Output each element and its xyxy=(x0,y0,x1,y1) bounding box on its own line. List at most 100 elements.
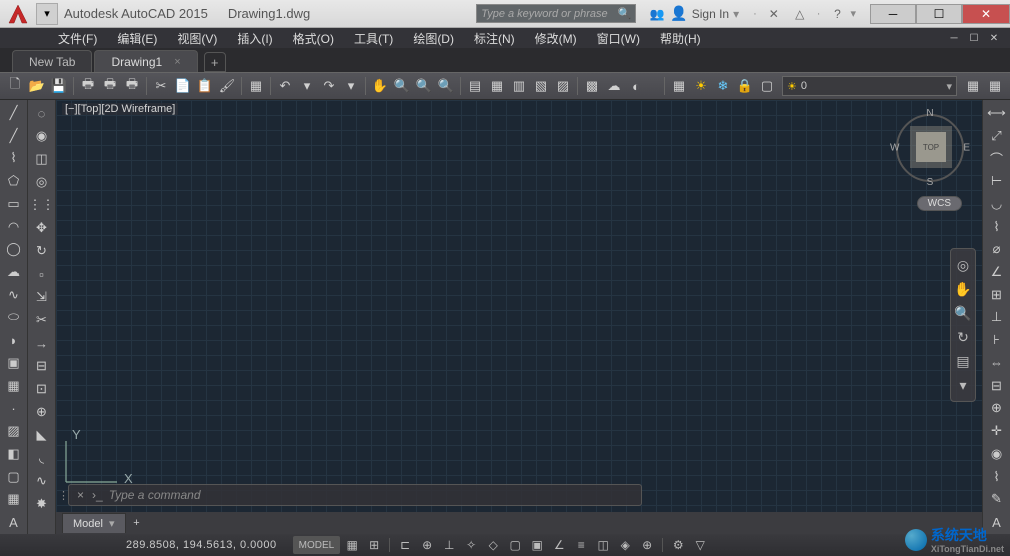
viewcube[interactable]: N S E W TOP xyxy=(890,108,970,188)
a360-cloud-icon[interactable]: △ xyxy=(790,4,810,24)
annotation-monitor-icon[interactable]: ⊕ xyxy=(637,536,657,554)
layer-plot-icon[interactable]: ▢ xyxy=(756,75,778,97)
tab-close-icon[interactable]: × xyxy=(174,56,180,68)
viewcube-south[interactable]: S xyxy=(927,177,934,188)
cmd-handle[interactable]: ⋮ xyxy=(58,484,68,506)
dim-linear-icon[interactable]: ⟷ xyxy=(985,102,1009,124)
layer-lock-icon[interactable]: 🔒 xyxy=(734,75,756,97)
tolerance-icon[interactable]: ⊕ xyxy=(985,398,1009,420)
revcloud-icon[interactable]: ☁ xyxy=(2,261,26,283)
search-input[interactable]: Type a keyword or phrase 🔍 xyxy=(476,4,636,23)
lineweight-icon[interactable]: ≡ xyxy=(571,536,591,554)
tab-drawing1[interactable]: Drawing1× xyxy=(94,50,197,72)
table-icon[interactable]: ▦ xyxy=(2,488,26,510)
snap-toggle-icon[interactable]: ⊞ xyxy=(364,536,384,554)
minimize-button[interactable]: ─ xyxy=(870,4,916,24)
new-icon[interactable]: 🗋 xyxy=(4,75,26,97)
menu-modify[interactable]: 修改(M) xyxy=(525,30,587,47)
search-icon[interactable]: 🔍 xyxy=(618,7,632,20)
properties-icon[interactable]: ▤ xyxy=(464,75,486,97)
workspace-icon[interactable]: ⚙ xyxy=(668,536,688,554)
isodraft-icon[interactable]: ◇ xyxy=(483,536,503,554)
plot-preview-icon[interactable]: 🖶 xyxy=(99,75,121,97)
construction-line-icon[interactable]: ╱ xyxy=(2,125,26,147)
extend-icon[interactable]: → xyxy=(30,332,54,354)
block-editor-icon[interactable]: ▦ xyxy=(245,75,267,97)
plot-icon[interactable]: 🖶 xyxy=(77,75,99,97)
wcs-badge[interactable]: WCS xyxy=(917,196,962,211)
tab-new[interactable]: New Tab xyxy=(12,50,92,72)
menu-window[interactable]: 窗口(W) xyxy=(587,30,650,47)
join-icon[interactable]: ⊕ xyxy=(30,401,54,423)
dim-space-icon[interactable]: ⇔ xyxy=(985,352,1009,374)
polyline-icon[interactable]: ⌇ xyxy=(2,147,26,169)
layer-previous-icon[interactable]: ▦ xyxy=(984,75,1006,97)
orbit-icon[interactable]: ↻ xyxy=(952,325,974,349)
line-icon[interactable]: ╱ xyxy=(2,102,26,124)
save-icon[interactable]: 💾 xyxy=(48,75,70,97)
region-icon[interactable]: ▢ xyxy=(2,466,26,488)
point-icon[interactable]: · xyxy=(2,398,26,420)
cut-icon[interactable]: ✂ xyxy=(150,75,172,97)
menu-insert[interactable]: 插入(I) xyxy=(227,30,282,47)
sign-in-button[interactable]: 👤 Sign In ▾ xyxy=(670,5,739,22)
zoom-extents-icon[interactable]: 🔍 xyxy=(952,301,974,325)
undo-icon[interactable]: ↶ xyxy=(274,75,296,97)
maximize-button[interactable]: ☐ xyxy=(916,4,962,24)
pan-nav-icon[interactable]: ✋ xyxy=(952,277,974,301)
jog-linear-icon[interactable]: ⌇ xyxy=(985,466,1009,488)
mdi-minimize[interactable]: ─ xyxy=(946,30,962,46)
trim-icon[interactable]: ✂ xyxy=(30,309,54,331)
share-icon[interactable]: ☁ xyxy=(603,75,625,97)
rotate-icon[interactable]: ↻ xyxy=(30,240,54,262)
mdi-close[interactable]: ✕ xyxy=(986,30,1002,46)
transparency-icon[interactable]: ◫ xyxy=(593,536,613,554)
match-props-icon[interactable]: 🖌 xyxy=(216,75,238,97)
polar-tracking-icon[interactable]: ✧ xyxy=(461,536,481,554)
osnap-icon[interactable]: ▢ xyxy=(505,536,525,554)
offset-icon[interactable]: ◎ xyxy=(30,171,54,193)
arc-icon[interactable]: ◠ xyxy=(2,216,26,238)
layout-add-button[interactable]: + xyxy=(128,514,146,532)
viewport-label[interactable]: [−][Top][2D Wireframe] xyxy=(62,103,178,115)
ellipse-icon[interactable]: ⬭ xyxy=(2,307,26,329)
markup-icon[interactable]: ▨ xyxy=(552,75,574,97)
move-icon[interactable]: ✥ xyxy=(30,217,54,239)
designcenter-icon[interactable]: ▦ xyxy=(486,75,508,97)
break-icon[interactable]: ⊡ xyxy=(30,378,54,400)
toolpalettes-icon[interactable]: ▥ xyxy=(508,75,530,97)
render-icon[interactable]: ◐ xyxy=(625,75,647,97)
infer-constraints-icon[interactable]: ⊏ xyxy=(395,536,415,554)
coords-readout[interactable]: 289.8508, 194.5613, 0.0000 xyxy=(126,539,277,551)
model-space-button[interactable]: MODEL xyxy=(293,536,341,554)
make-block-icon[interactable]: ▦ xyxy=(2,375,26,397)
nav-dd-icon[interactable]: ▾ xyxy=(952,373,974,397)
redo-dd-icon[interactable]: ▾ xyxy=(340,75,362,97)
viewcube-west[interactable]: W xyxy=(890,143,899,154)
polygon-icon[interactable]: ⬠ xyxy=(2,170,26,192)
dim-continue-icon[interactable]: ⊦ xyxy=(985,329,1009,351)
ortho-icon[interactable]: ⊥ xyxy=(439,536,459,554)
close-button[interactable]: ✕ xyxy=(962,4,1010,24)
array-icon[interactable]: ⋮⋮ xyxy=(30,194,54,216)
ellipse-arc-icon[interactable]: ◗ xyxy=(2,329,26,351)
publish-icon[interactable]: 🖶 xyxy=(121,75,143,97)
paste-icon[interactable]: 📋 xyxy=(194,75,216,97)
layout-tab-model[interactable]: Model▾ xyxy=(62,513,126,533)
layer-state-icon[interactable]: ☀ xyxy=(690,75,712,97)
dim-aligned-icon[interactable]: ⤢ xyxy=(985,125,1009,147)
zoom-window-icon[interactable]: 🔍 xyxy=(413,75,435,97)
gradient-icon[interactable]: ◧ xyxy=(2,443,26,465)
dim-jogged-icon[interactable]: ⌇ xyxy=(985,216,1009,238)
insert-block-icon[interactable]: ▣ xyxy=(2,352,26,374)
menu-draw[interactable]: 绘图(D) xyxy=(403,30,464,47)
erase-icon[interactable]: ◌ xyxy=(30,102,54,124)
center-mark-icon[interactable]: ✛ xyxy=(985,420,1009,442)
menu-format[interactable]: 格式(O) xyxy=(283,30,344,47)
steering-wheel-icon[interactable]: ◎ xyxy=(952,253,974,277)
menu-tools[interactable]: 工具(T) xyxy=(344,30,403,47)
a360-icon[interactable]: 👥 xyxy=(647,4,667,24)
app-menu-dropdown[interactable]: ▾ xyxy=(36,3,58,25)
pan-icon[interactable]: ✋ xyxy=(369,75,391,97)
viewcube-east[interactable]: E xyxy=(963,143,970,154)
